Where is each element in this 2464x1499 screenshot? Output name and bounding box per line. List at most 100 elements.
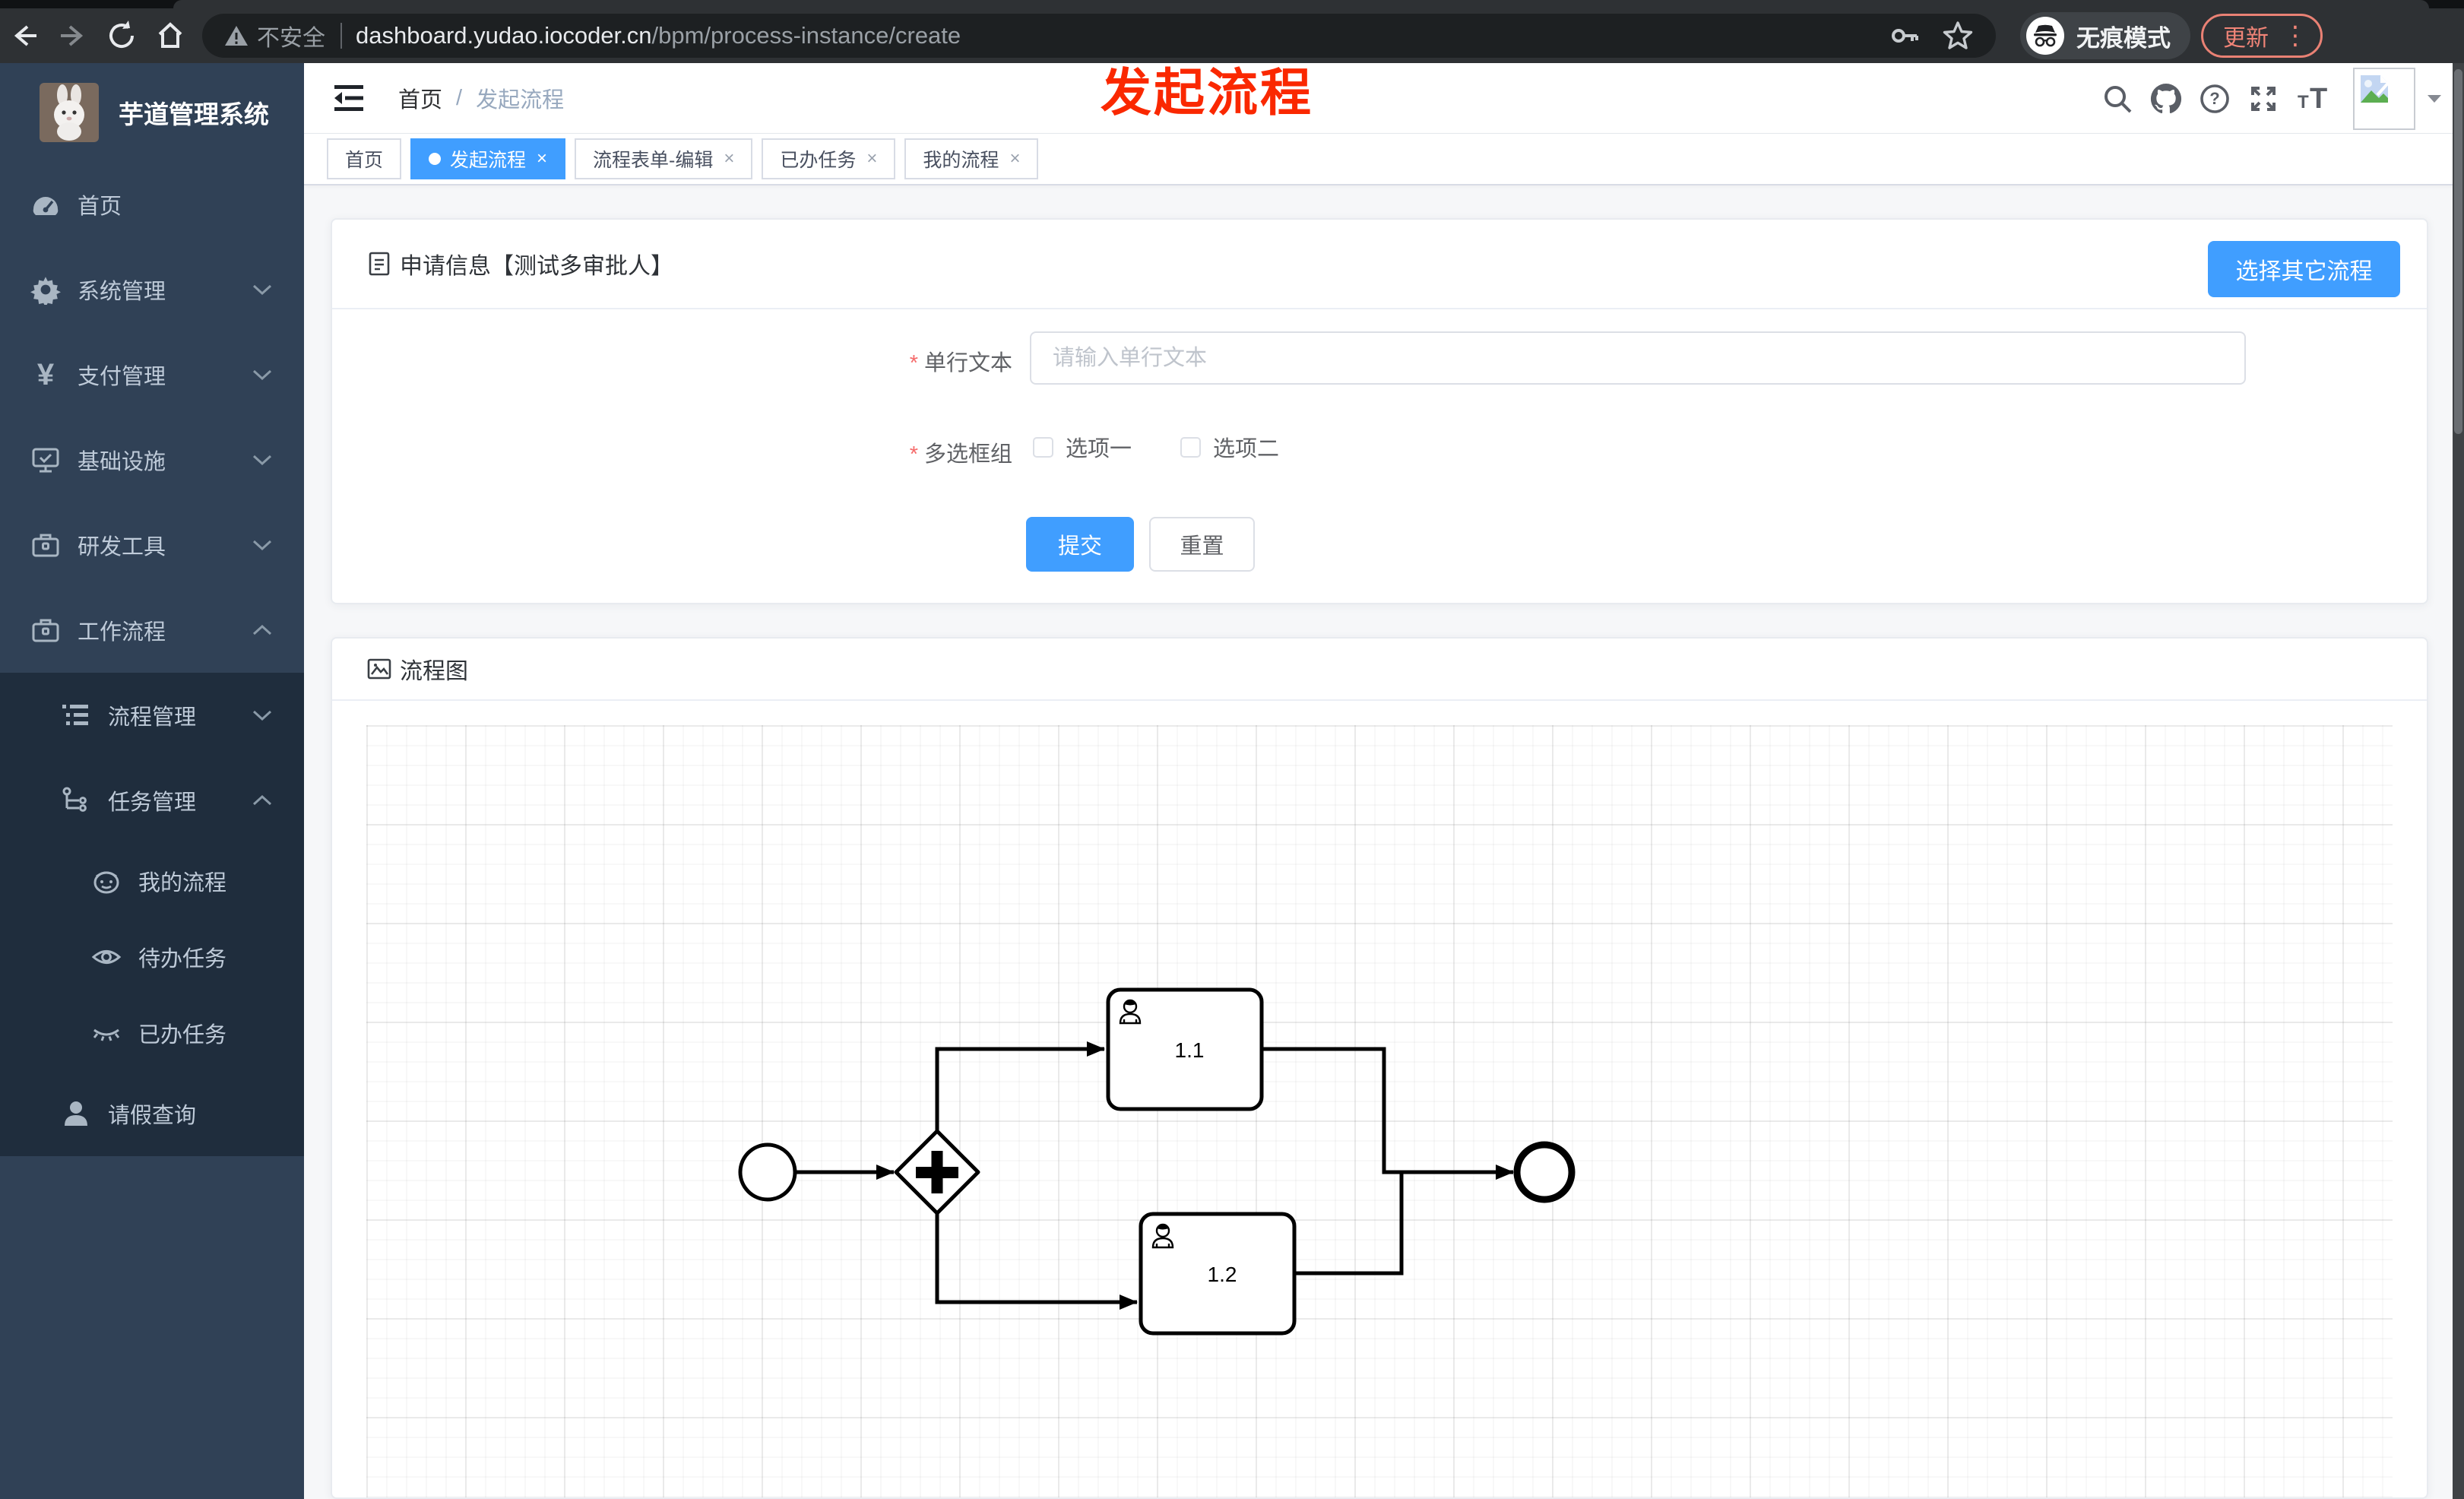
document-icon: [366, 251, 392, 277]
page-content: 申请信息【测试多审批人】 选择其它流程 *单行文本 *多选框组 选项一 选: [304, 185, 2464, 1499]
yen-icon: ¥: [36, 358, 55, 391]
sidebar-item-done-tasks[interactable]: 已办任务: [0, 995, 304, 1071]
sidebar-item-leave-query[interactable]: 请假查询: [0, 1071, 304, 1156]
logo-image: [40, 83, 99, 142]
tab-home[interactable]: 首页: [327, 138, 402, 179]
font-size-icon[interactable]: TT: [2288, 74, 2336, 123]
reload-icon[interactable]: [97, 11, 146, 60]
reset-button[interactable]: 重置: [1149, 517, 1255, 572]
svg-text:T: T: [2310, 83, 2327, 115]
sidebar-item-home[interactable]: 首页: [0, 162, 304, 247]
scrollbar-thumb[interactable]: [2454, 69, 2462, 434]
browser-active-tab[interactable]: [173, 0, 2429, 8]
apply-info-title: 申请信息【测试多审批人】: [400, 254, 673, 279]
app-header: 首页 / 发起流程 ? TT: [304, 63, 2464, 134]
sidebar-item-infra[interactable]: 基础设施: [0, 417, 304, 502]
active-dot-icon: [429, 153, 442, 165]
tab-my-process[interactable]: 我的流程 ×: [904, 138, 1039, 179]
checkbox-group-label: * 多选框组: [909, 442, 1012, 467]
window-scrollbar[interactable]: [2453, 63, 2464, 1499]
incognito-label: 无痕模式: [2076, 24, 2171, 52]
breadcrumb: 首页 / 发起流程: [398, 82, 564, 114]
parallel-gateway[interactable]: [894, 1129, 980, 1215]
sidebar-item-devtools[interactable]: 研发工具: [0, 502, 304, 588]
update-button[interactable]: 更新 ⋮: [2201, 14, 2323, 58]
back-icon[interactable]: [0, 11, 49, 60]
sidebar-item-task-mgmt[interactable]: 任务管理: [0, 758, 304, 843]
logo-row[interactable]: 芋道管理系统: [0, 63, 304, 162]
avatar[interactable]: [2353, 67, 2415, 130]
face-icon: [90, 864, 123, 898]
security-label[interactable]: 不安全: [257, 19, 325, 52]
checkbox-group: 选项一 选项二: [1033, 426, 1328, 467]
page-annotation-title: 发起流程: [1101, 65, 1313, 122]
breadcrumb-home[interactable]: 首页: [398, 82, 442, 114]
user-task-1[interactable]: 1.1: [1106, 987, 1264, 1111]
forward-icon[interactable]: [49, 11, 97, 60]
text-field-label: * 单行文本: [909, 351, 1012, 376]
sidebar-item-payment[interactable]: ¥ 支付管理: [0, 332, 304, 417]
sidebar-fold-icon[interactable]: [330, 79, 368, 117]
warning-icon: [225, 26, 248, 46]
url-host[interactable]: dashboard.yudao.iocoder.cn: [356, 22, 652, 49]
start-event[interactable]: [738, 1142, 797, 1202]
eye-closed-icon: [90, 1016, 123, 1050]
sidebar-item-process-mgmt[interactable]: 流程管理: [0, 673, 304, 758]
dashboard-icon: [29, 188, 62, 221]
tags-view-bar: 首页 发起流程 × 流程表单-编辑 × 已办任务 × 我的流程 ×: [304, 134, 2464, 185]
chevron-down-icon: [252, 709, 272, 721]
bookmark-star-icon[interactable]: [1941, 19, 1975, 52]
screen: 不安全 dashboard.yudao.iocoder.cn/bpm/proce…: [0, 0, 2464, 1499]
sidebar-item-workflow[interactable]: 工作流程: [0, 588, 304, 673]
sidebar-item-todo-tasks[interactable]: 待办任务: [0, 919, 304, 995]
close-icon[interactable]: ×: [866, 148, 877, 170]
eye-icon: [90, 940, 123, 974]
task-2-label: 1.2: [1208, 1263, 1237, 1286]
process-diagram-title: 流程图: [400, 659, 468, 684]
key-icon[interactable]: [1888, 19, 1921, 52]
github-icon[interactable]: [2142, 74, 2190, 123]
search-icon[interactable]: [2093, 74, 2142, 123]
url-path[interactable]: /bpm/process-instance/create: [652, 22, 961, 49]
checkbox-option-1[interactable]: [1033, 436, 1053, 458]
svg-text:T: T: [2298, 92, 2309, 113]
fullscreen-icon[interactable]: [2239, 74, 2288, 123]
caret-down-icon[interactable]: [2426, 93, 2443, 104]
process-diagram-card-header: 流程图: [332, 639, 2427, 701]
single-line-text-input[interactable]: [1030, 331, 2246, 385]
apply-info-card: 申请信息【测试多审批人】 选择其它流程 *单行文本 *多选框组 选项一 选: [331, 218, 2428, 604]
help-icon[interactable]: ?: [2190, 74, 2239, 123]
user-task-2[interactable]: 1.2: [1139, 1212, 1297, 1336]
checkbox-option-2-label[interactable]: 选项二: [1213, 431, 1279, 463]
chevron-up-icon: [252, 794, 272, 807]
chevron-down-icon: [252, 284, 272, 296]
sidebar-item-my-process[interactable]: 我的流程: [0, 843, 304, 919]
end-event[interactable]: [1513, 1141, 1576, 1203]
tree-icon: [59, 784, 93, 817]
checkbox-option-1-label[interactable]: 选项一: [1066, 431, 1132, 463]
browser-menu-icon[interactable]: ⋮: [2282, 23, 2308, 49]
home-icon[interactable]: [146, 11, 195, 60]
workflow-submenu: 流程管理 任务管理 我的流程 待办任务 已办任务 请假查询: [0, 673, 304, 1156]
checkbox-option-2[interactable]: [1180, 436, 1202, 458]
toolbox-icon: [29, 528, 62, 562]
sidebar-item-system[interactable]: 系统管理: [0, 247, 304, 332]
close-icon[interactable]: ×: [537, 148, 547, 170]
gear-icon: [29, 273, 62, 306]
app-title: 芋道管理系统: [119, 100, 269, 128]
choose-other-process-button[interactable]: 选择其它流程: [2208, 241, 2400, 297]
url-bar[interactable]: 不安全 dashboard.yudao.iocoder.cn/bpm/proce…: [202, 14, 1996, 58]
list-icon: [59, 699, 93, 732]
tab-start-process[interactable]: 发起流程 ×: [410, 138, 566, 179]
submit-button[interactable]: 提交: [1026, 517, 1134, 572]
chevron-down-icon: [252, 369, 272, 381]
tab-done-tasks[interactable]: 已办任务 ×: [762, 138, 896, 179]
close-icon[interactable]: ×: [724, 148, 734, 170]
close-icon[interactable]: ×: [1009, 148, 1020, 170]
bpmn-canvas[interactable]: 1.1 1.2: [366, 725, 2393, 1497]
picture-icon: [366, 656, 392, 682]
tab-form-edit[interactable]: 流程表单-编辑 ×: [575, 138, 753, 179]
toolbox-icon: [29, 613, 62, 647]
sidebar: 芋道管理系统 首页 系统管理 ¥ 支付管理 基础设施 研发工具 工作流程 流程管…: [0, 63, 304, 1499]
incognito-icon: [2026, 17, 2064, 55]
